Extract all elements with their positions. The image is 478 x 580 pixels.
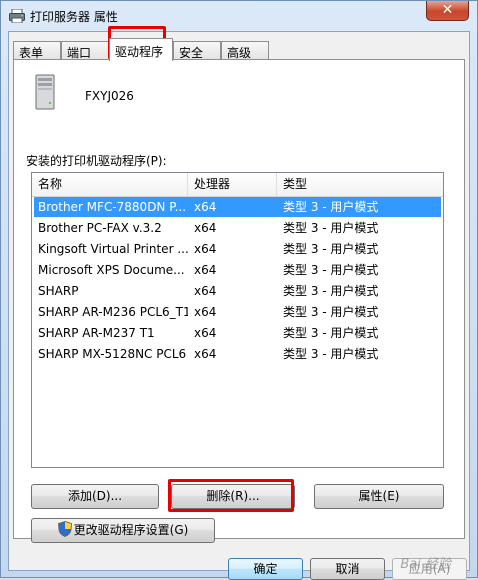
tab-advanced[interactable]: 高级 [221,41,269,60]
change-driver-settings-button[interactable]: 更改驱动程序设置(G) [31,518,215,543]
column-header-processor[interactable]: 处理器 [188,173,277,196]
tab-label: 安全 [179,46,204,60]
column-header-name[interactable]: 名称 [32,173,188,196]
driver-name: Brother PC-FAX v.3.2 [38,221,162,235]
list-header: 名称 处理器 类型 [32,173,443,197]
close-button[interactable]: ✕ [426,1,469,21]
highlight-box-remove-button [168,479,294,512]
column-header-type[interactable]: 类型 [277,173,443,196]
printer-icon [9,9,25,23]
driver-name: SHARP MX-5128NC PCL6 [38,347,187,361]
tab-drivers[interactable]: 驱动程序 [109,38,173,61]
driver-type: 类型 3 - 用户模式 [283,263,379,277]
table-row[interactable]: SHARP AR-M236 PCL6_T1 x64 类型 3 - 用户模式 [34,302,441,322]
watermark-logo: Bai 经验 [400,557,451,572]
driver-processor: x64 [194,242,217,256]
tab-forms[interactable]: 表单 [13,41,61,60]
driver-processor: x64 [194,305,217,319]
title-bar[interactable]: 打印服务器 属性 ✕ [1,1,477,31]
driver-name: Brother MFC-7880DN P... [38,200,187,214]
close-icon: ✕ [441,2,454,18]
table-row[interactable]: SHARP MX-5128NC PCL6 x64 类型 3 - 用户模式 [34,344,441,364]
driver-processor: x64 [194,221,217,235]
window-title: 打印服务器 属性 [30,10,118,24]
driver-type: 类型 3 - 用户模式 [283,284,379,298]
driver-type: 类型 3 - 用户模式 [283,242,379,256]
server-name: FXYJ026 [85,89,134,103]
uac-shield-icon [57,521,72,537]
driver-type: 类型 3 - 用户模式 [283,305,379,319]
driver-processor: x64 [194,263,217,277]
driver-type: 类型 3 - 用户模式 [283,221,379,235]
driver-name: SHARP AR-M237 T1 [38,326,155,340]
driver-processor: x64 [194,347,217,361]
drivers-tab-panel: FXYJ026 安装的打印机驱动程序(P): 名称 处理器 类型 Brother… [13,59,465,543]
dialog-client-area: 表单 端口 驱动程序 安全 高级 FXYJ026 安装的打印机驱动程序(P): … [8,26,470,580]
cancel-button[interactable]: 取消 [310,558,385,580]
installed-drivers-label: 安装的打印机驱动程序(P): [26,154,167,168]
add-driver-button[interactable]: 添加(D)... [31,484,159,509]
server-computer-icon [35,74,55,110]
tab-label: 端口 [67,46,92,60]
change-driver-settings-label: 更改驱动程序设置(G) [73,523,189,537]
driver-name: SHARP [38,284,79,298]
tab-label: 驱动程序 [115,45,164,59]
driver-name: SHARP AR-M236 PCL6_T1 [38,305,188,319]
tab-ports[interactable]: 端口 [61,41,109,60]
driver-name: Kingsoft Virtual Printer ... [38,242,188,256]
tab-label: 高级 [227,46,252,60]
driver-type: 类型 3 - 用户模式 [283,326,379,340]
drivers-list[interactable]: 名称 处理器 类型 Brother MFC-7880DN P... x64 类型… [31,172,444,468]
table-row[interactable]: SHARP x64 类型 3 - 用户模式 [34,281,441,301]
table-row[interactable]: Kingsoft Virtual Printer ... x64 类型 3 - … [34,239,441,259]
driver-properties-button[interactable]: 属性(E) [314,484,444,509]
ok-button[interactable]: 确定 [228,558,303,580]
driver-name: Microsoft XPS Docume... [38,263,185,277]
tab-label: 表单 [19,46,44,60]
print-server-properties-window: 打印服务器 属性 ✕ 表单 端口 驱动程序 安全 高级 FXYJ026 安装的打… [0,0,478,580]
driver-type: 类型 3 - 用户模式 [283,200,379,214]
driver-processor: x64 [194,326,217,340]
driver-processor: x64 [194,284,217,298]
driver-processor: x64 [194,200,217,214]
table-row[interactable]: Brother MFC-7880DN P... x64 类型 3 - 用户模式 [34,197,441,217]
table-row[interactable]: Microsoft XPS Docume... x64 类型 3 - 用户模式 [34,260,441,280]
driver-type: 类型 3 - 用户模式 [283,347,379,361]
table-row[interactable]: Brother PC-FAX v.3.2 x64 类型 3 - 用户模式 [34,218,441,238]
tab-security[interactable]: 安全 [173,41,221,60]
table-row[interactable]: SHARP AR-M237 T1 x64 类型 3 - 用户模式 [34,323,441,343]
